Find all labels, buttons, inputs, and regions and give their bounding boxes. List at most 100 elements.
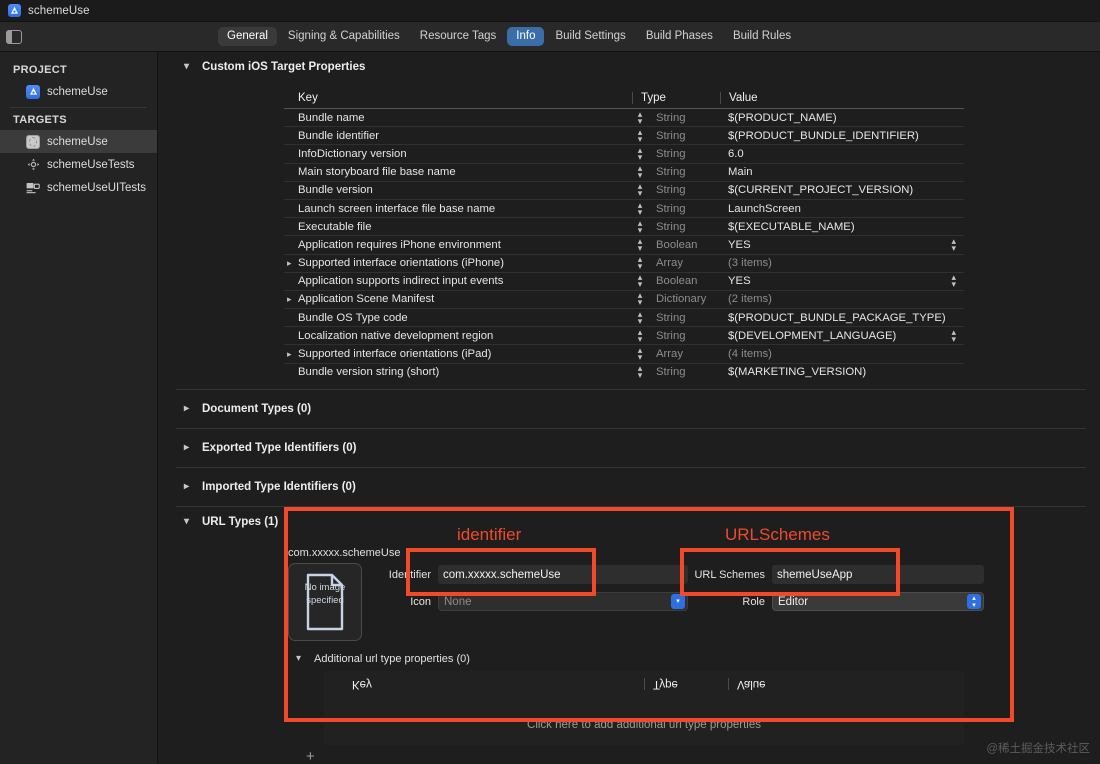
sidebar-item-project-schemeuse[interactable]: schemeUse	[0, 80, 157, 103]
cell-value[interactable]: Main	[720, 166, 964, 178]
key-stepper-icon[interactable]: ▴ ▾	[632, 218, 648, 234]
table-row[interactable]: Localization native development region ▴ ▾…	[284, 326, 964, 344]
table-row[interactable]: Bundle version ▴ ▾ String $(CURRENT_PROJECT_…	[284, 180, 964, 199]
url-schemes-input[interactable]: shemeUseApp	[772, 565, 984, 585]
cell-key-label: InfoDictionary version	[298, 147, 407, 160]
sidebar-item-target-schemeuse[interactable]: schemeUse	[0, 130, 157, 153]
cell-value[interactable]: $(PRODUCT_BUNDLE_IDENTIFIER)	[720, 130, 964, 142]
cell-value[interactable]: (4 items)	[720, 348, 964, 360]
cell-value[interactable]: $(EXECUTABLE_NAME)	[720, 221, 964, 233]
key-stepper-icon[interactable]: ▴ ▾	[632, 164, 648, 180]
cell-value[interactable]: $(PRODUCT_BUNDLE_PACKAGE_TYPE)	[720, 312, 964, 324]
chevron-up-down-icon[interactable]: ▴ ▾	[967, 594, 981, 610]
section-header-document-types[interactable]: ▸ Document Types (0)	[158, 390, 1100, 428]
chevron-right-icon[interactable]: ▸	[184, 403, 194, 414]
cell-type: String	[656, 111, 686, 124]
tab-build-rules[interactable]: Build Rules	[724, 27, 800, 46]
url-schemes-label: URL Schemes	[694, 568, 765, 581]
key-stepper-icon[interactable]: ▴ ▾	[632, 236, 648, 252]
cell-value[interactable]: $(CURRENT_PROJECT_VERSION)	[720, 184, 964, 196]
key-stepper-icon[interactable]: ▴ ▾	[632, 291, 648, 307]
key-stepper-icon[interactable]: ▴ ▾	[632, 273, 648, 289]
cell-value[interactable]: $(MARKETING_VERSION)	[720, 366, 964, 378]
sidebar-item-target-schemeuseuitests[interactable]: schemeUseUITests	[0, 176, 157, 199]
table-row[interactable]: Bundle identifier ▴ ▾ String $(PRODUCT_BUNDL…	[284, 126, 964, 144]
sidebar-item-target-schemeusetests[interactable]: schemeUseTests	[0, 153, 157, 176]
chevron-down-icon[interactable]: ▾	[296, 653, 306, 664]
sidebar-item-label: schemeUse	[47, 85, 108, 98]
cell-key: ▸ Supported interface orientations (iPhon…	[284, 257, 632, 269]
cell-value[interactable]: YES ▴ ▾	[720, 273, 964, 289]
tab-build-phases[interactable]: Build Phases	[637, 27, 722, 46]
cell-key-label: Bundle version string (short)	[298, 366, 440, 379]
cell-value[interactable]: 6.0	[720, 148, 964, 160]
chevron-down-icon[interactable]: ▾	[671, 594, 685, 610]
cell-type: String	[656, 311, 686, 324]
add-url-type-button[interactable]: +	[306, 749, 315, 764]
chevron-down-icon[interactable]: ▾	[184, 516, 194, 527]
identifier-input[interactable]: com.xxxxx.schemeUse	[438, 565, 688, 585]
chevron-right-icon[interactable]: ▸	[184, 442, 194, 453]
role-select[interactable]: Editor ▴ ▾	[772, 592, 984, 612]
section-header-custom-properties[interactable]: ▾ Custom iOS Target Properties	[158, 52, 1100, 82]
icon-select[interactable]: None ▾	[438, 592, 688, 612]
table-row[interactable]: Bundle OS Type code ▴ ▾ String $(PRODUCT_BUN…	[284, 308, 964, 326]
annotation-label-urlschemes: URLSchemes	[725, 525, 830, 544]
cell-key: InfoDictionary version	[284, 148, 632, 160]
tab-signing[interactable]: Signing & Capabilities	[279, 27, 409, 46]
cell-key: Bundle version string (short)	[284, 366, 632, 378]
add-additional-properties-hint[interactable]: Click here to add additional url type pr…	[324, 697, 964, 745]
cell-value-label: $(PRODUCT_BUNDLE_PACKAGE_TYPE)	[728, 311, 946, 324]
tab-info[interactable]: Info	[507, 27, 545, 46]
key-stepper-icon[interactable]: ▴ ▾	[632, 145, 648, 161]
chevron-down-icon[interactable]: ▾	[184, 62, 194, 72]
url-type-entry-label[interactable]: com.xxxxx.schemeUse	[288, 537, 978, 563]
cell-value[interactable]: YES ▴ ▾	[720, 236, 964, 252]
table-row[interactable]: Launch screen interface file base name ▴ ▾…	[284, 198, 964, 217]
cell-value-label: 6.0	[728, 147, 744, 160]
cell-value[interactable]: $(PRODUCT_NAME)	[720, 112, 964, 124]
key-stepper-icon[interactable]: ▴ ▾	[632, 109, 648, 125]
key-stepper-icon[interactable]: ▴ ▾	[632, 182, 648, 198]
value-stepper-icon[interactable]: ▴ ▾	[951, 327, 956, 343]
cell-value[interactable]: $(DEVELOPMENT_LANGUAGE) ▴ ▾	[720, 327, 964, 343]
cell-value[interactable]: LaunchScreen	[720, 203, 964, 215]
tab-general[interactable]: General	[218, 27, 277, 46]
table-row[interactable]: InfoDictionary version ▴ ▾ String 6.0	[284, 144, 964, 162]
table-row[interactable]: Bundle version string (short) ▴ ▾ String $(M…	[284, 362, 964, 381]
key-stepper-icon[interactable]: ▴ ▾	[632, 327, 648, 343]
table-row[interactable]: Application requires iPhone environment ▴…	[284, 235, 964, 253]
table-row[interactable]: Executable file ▴ ▾ String $(EXECUTABLE_NAME…	[284, 217, 964, 235]
table-row[interactable]: Bundle name ▴ ▾ String $(PRODUCT_NAME)	[284, 108, 964, 126]
key-stepper-icon[interactable]: ▴ ▾	[632, 255, 648, 271]
chevron-right-icon[interactable]: ▸	[287, 294, 292, 305]
tab-resource-tags[interactable]: Resource Tags	[411, 27, 506, 46]
tab-build-settings[interactable]: Build Settings	[546, 27, 634, 46]
key-stepper-icon[interactable]: ▴ ▾	[632, 364, 648, 380]
table-row[interactable]: ▸ Application Scene Manifest ▴ ▾ Dictionary (…	[284, 289, 964, 308]
chevron-right-icon[interactable]: ▸	[184, 481, 194, 492]
table-row[interactable]: ▸ Supported interface orientations (iPad)…	[284, 344, 964, 362]
key-stepper-icon[interactable]: ▴ ▾	[632, 309, 648, 325]
key-stepper-icon[interactable]: ▴ ▾	[632, 200, 648, 216]
cell-value[interactable]: (2 items)	[720, 293, 964, 305]
section-header-exported-type-identifiers[interactable]: ▸ Exported Type Identifiers (0)	[158, 429, 1100, 467]
table-row[interactable]: Application supports indirect input even…	[284, 271, 964, 290]
left-panel-toggle-icon[interactable]	[6, 29, 22, 44]
value-stepper-icon[interactable]: ▴ ▾	[951, 273, 956, 289]
key-stepper-icon[interactable]: ▴ ▾	[632, 346, 648, 362]
section-header-url-types[interactable]: ▾ URL Types (1)	[158, 507, 1100, 537]
ui-test-target-icon	[26, 181, 40, 195]
table-row[interactable]: Main storyboard file base name ▴ ▾ String Ma…	[284, 162, 964, 181]
section-header-imported-type-identifiers[interactable]: ▸ Imported Type Identifiers (0)	[158, 468, 1100, 506]
key-stepper-icon[interactable]: ▴ ▾	[632, 127, 648, 143]
cell-value-label: YES	[728, 238, 751, 251]
table-row[interactable]: ▸ Supported interface orientations (iPhon…	[284, 253, 964, 272]
chevron-right-icon[interactable]: ▸	[287, 258, 292, 269]
additional-properties-header[interactable]: ▾ Additional url type properties (0)	[296, 653, 978, 665]
url-type-icon-well[interactable]: No image specified	[288, 562, 362, 641]
chevron-right-icon[interactable]: ▸	[287, 349, 292, 360]
value-stepper-icon[interactable]: ▴ ▾	[951, 236, 956, 252]
cell-value[interactable]: (3 items)	[720, 257, 964, 269]
sidebar-item-label: schemeUse	[47, 135, 108, 148]
